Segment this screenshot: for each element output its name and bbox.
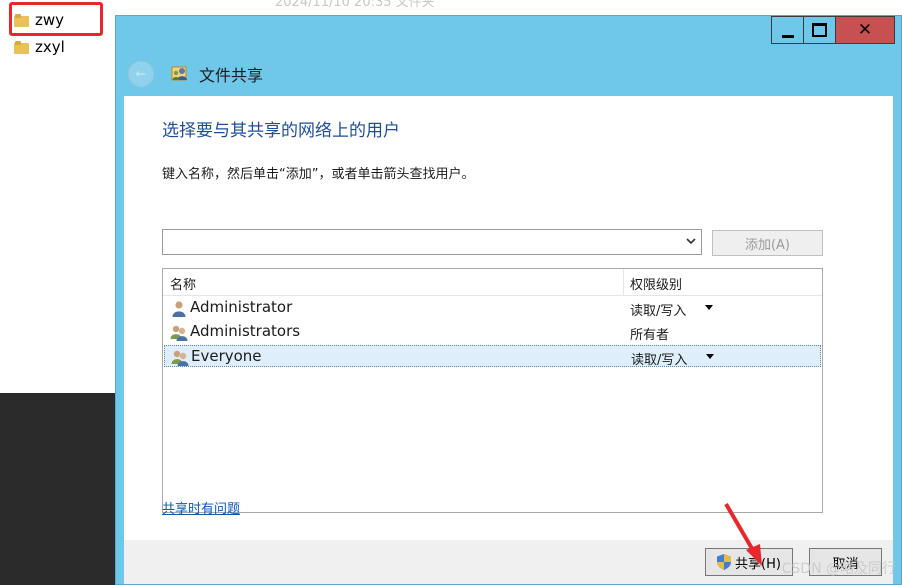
explorer-detail-text: 2024/11/10 20:35 文件夹 [275,0,435,10]
list-row-everyone[interactable]: Everyone 读取/写入 [164,345,821,368]
column-header-permission[interactable]: 权限级别 [630,274,682,293]
caret-down-icon[interactable] [706,354,714,359]
permission-level: 所有者 [630,328,670,343]
chevron-down-icon[interactable] [685,235,697,247]
user-name: Everyone [191,347,262,365]
permission-level[interactable]: 读取/写入 [631,349,687,368]
file-sharing-dialog: ✕ ← 文件共享 选择要与其共享的网络上的用户 键入名称，然后单击“添加”，或者… [115,15,902,585]
instruction-text: 键入名称，然后单击“添加”，或者单击箭头查找用户。 [162,167,475,182]
column-divider[interactable] [623,269,624,295]
window-caption-buttons: ✕ [771,16,895,46]
user-name-combobox[interactable] [162,229,702,255]
dialog-title: 文件共享 [199,66,264,85]
group-icon [170,325,188,341]
dialog-content: 选择要与其共享的网络上的用户 键入名称，然后单击“添加”，或者单击箭头查找用户。… [124,96,893,559]
close-button[interactable]: ✕ [835,16,895,44]
folder-item-zxyl[interactable]: zxyl [14,36,65,58]
dark-background-panel [0,393,116,585]
column-header-name[interactable]: 名称 [170,274,196,293]
main-heading: 选择要与其共享的网络上的用户 [162,121,400,141]
permission-level[interactable]: 读取/写入 [630,300,686,319]
close-icon: ✕ [857,19,873,40]
file-sharing-icon [171,66,187,81]
user-name: Administrator [190,298,293,316]
group-icon [171,350,189,366]
maximize-button[interactable] [803,16,836,44]
user-name: Administrators [190,322,301,340]
red-annotation-arrow [724,502,762,566]
list-row-administrator[interactable]: Administrator 读取/写入 [164,297,821,319]
add-button[interactable]: 添加(A) [712,230,823,256]
minimize-button[interactable] [771,16,804,44]
maximize-icon [812,23,827,37]
red-highlight-box [9,2,103,36]
minimize-icon [781,34,794,38]
list-header: 名称 权限级别 [163,269,822,296]
back-button[interactable]: ← [128,61,154,87]
back-arrow-icon: ← [135,66,147,82]
watermark-text: CSDN @略及同行 [781,561,896,577]
sharing-help-link[interactable]: 共享时有问题 [162,498,240,517]
list-row-administrators[interactable]: Administrators 所有者 [164,321,821,343]
folder-icon [14,40,29,54]
folder-name: zxyl [35,38,65,56]
user-icon [172,301,186,317]
user-permission-list: 名称 权限级别 Administrator 读取/写入 Administrato… [162,268,823,513]
caret-down-icon[interactable] [705,305,713,310]
